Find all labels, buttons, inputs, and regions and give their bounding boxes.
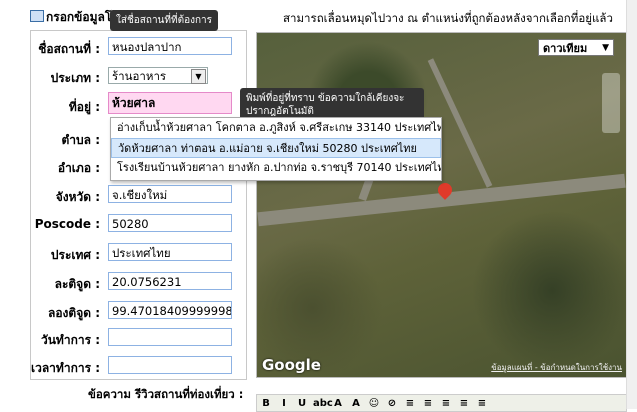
chevron-down-icon[interactable]: ▼	[191, 69, 206, 84]
amphoe-label: อำเภอ :	[57, 161, 100, 175]
map-type-label: ดาวเทียม	[543, 42, 588, 55]
longitude-input[interactable]: 99.47018409999998	[108, 301, 232, 319]
bold-button[interactable]: B	[259, 398, 273, 410]
type-label: ประเภท :	[50, 71, 100, 85]
google-logo: Google	[262, 356, 321, 374]
workdays-label: วันทำการ :	[40, 333, 100, 347]
review-label: ข้อความ รีวิวสถานที่ท่องเที่ยว :	[88, 387, 244, 401]
align-justify-icon[interactable]: ≡	[457, 398, 471, 410]
country-label: ประเทศ :	[50, 248, 100, 262]
latitude-label: ละติจูด :	[54, 277, 100, 291]
map-type-select[interactable]: ดาวเทียม ▼	[538, 39, 614, 56]
workhours-input[interactable]	[108, 356, 232, 374]
address-input[interactable]: ห้วยศาล	[108, 92, 232, 114]
editor-toolbar: B I UabcA A ☺ ⊘ ≡ ≡ ≡ ≡ ≡	[256, 394, 627, 412]
postcode-input[interactable]: 50280	[108, 214, 232, 232]
strike-button[interactable]: abc	[313, 398, 333, 410]
chevron-down-icon: ▼	[602, 43, 609, 53]
map-terms-link[interactable]: ข้อมูลแผนที่ - ข้อกำหนดในการใช้งาน	[491, 361, 622, 374]
clear-format-icon[interactable]: ⊘	[385, 398, 399, 410]
name-label: ชื่อสถานที่ :	[38, 42, 100, 56]
align-right-icon[interactable]: ≡	[439, 398, 453, 410]
name-tooltip: ใส่ชื่อสถานที่ที่ต้องการ	[110, 10, 218, 31]
list-icon[interactable]: ≡	[475, 398, 489, 410]
address-label: ที่อยู่ :	[68, 100, 100, 114]
map-hint: สามารถเลื่อนหมุดไปวาง ณ ตำแหน่งที่ถูกต้อ…	[283, 11, 613, 25]
text-color-button[interactable]: A	[331, 398, 345, 410]
form-title: กรอกข้อมูลโ	[46, 10, 112, 24]
align-center-icon[interactable]: ≡	[421, 398, 435, 410]
name-input[interactable]: หนองปลาปาก	[108, 37, 232, 55]
type-select[interactable]: ร้านอาหาร ▼	[108, 67, 208, 84]
workdays-input[interactable]	[108, 328, 232, 346]
map-road	[257, 173, 626, 227]
emoticon-icon[interactable]: ☺	[367, 398, 381, 410]
type-select-value: ร้านอาหาร	[112, 69, 167, 83]
suggestion-item[interactable]: อ่างเก็บน้ำห้วยศาลา โคกตาล อ.ภูสิงห์ จ.ศ…	[111, 118, 441, 138]
tambon-label: ตำบล :	[61, 133, 100, 147]
suggestion-item[interactable]: วัดห้วยศาลา ท่าตอน อ.แม่อาย จ.เชียงใหม่ …	[111, 138, 441, 158]
map-view[interactable]: ดาวเทียม ▼ Google ข้อมูลแผนที่ - ข้อกำหนด…	[256, 32, 627, 378]
country-input[interactable]: ประเทศไทย	[108, 243, 232, 261]
underline-button[interactable]: U	[295, 398, 309, 410]
workhours-label: เวลาทำการ :	[30, 361, 100, 375]
form-icon	[30, 10, 44, 22]
zoom-control[interactable]	[602, 73, 620, 133]
latitude-input[interactable]: 20.0756231	[108, 272, 232, 290]
address-suggestions: อ่างเก็บน้ำห้วยศาลา โคกตาล อ.ภูสิงห์ จ.ศ…	[110, 117, 442, 181]
align-left-icon[interactable]: ≡	[403, 398, 417, 410]
postcode-label: Poscode :	[34, 217, 100, 231]
highlight-button[interactable]: A	[349, 398, 363, 410]
province-label: จังหวัด :	[55, 190, 100, 204]
province-input[interactable]: จ.เชียงใหม่	[108, 185, 232, 203]
page-scrollbar[interactable]	[626, 0, 637, 409]
longitude-label: ลองติจูด :	[47, 306, 100, 320]
suggestion-item[interactable]: โรงเรียนบ้านห้วยศาลา ยางหัก อ.ปากท่อ จ.ร…	[111, 158, 441, 178]
italic-button[interactable]: I	[277, 398, 291, 410]
